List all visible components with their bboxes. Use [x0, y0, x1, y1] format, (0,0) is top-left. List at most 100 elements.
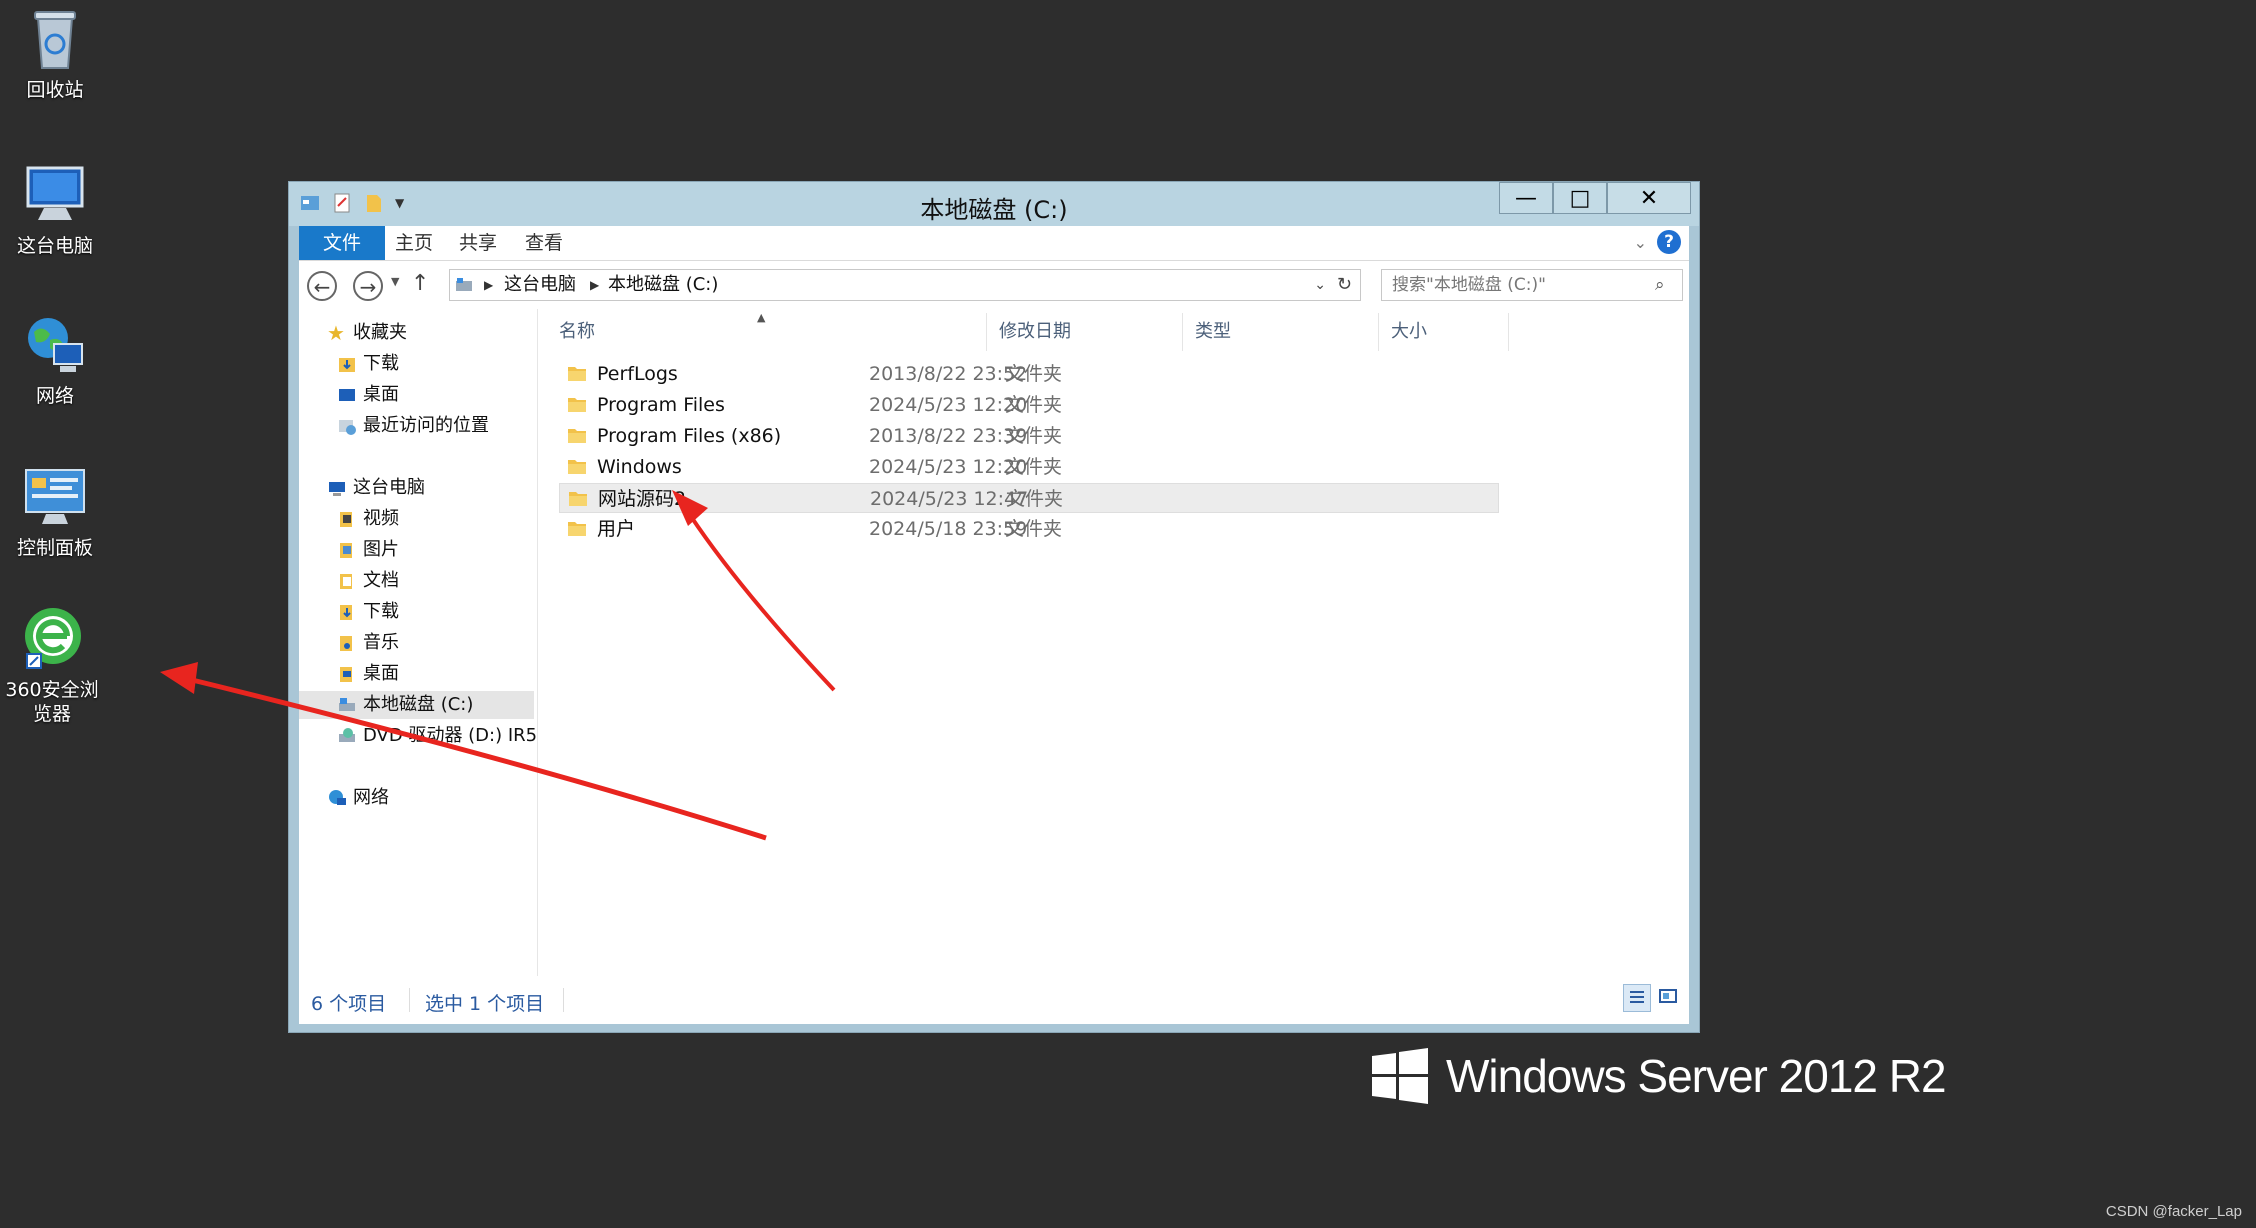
network-icon [20, 310, 90, 380]
refresh-icon[interactable]: ↻ [1337, 270, 1352, 300]
search-input[interactable]: 搜索"本地磁盘 (C:)" [1381, 269, 1683, 301]
music-folder-icon [340, 636, 352, 651]
minimize-button[interactable]: — [1499, 182, 1553, 214]
desktop-icon-label: 360安全浏览器 [5, 679, 99, 725]
folder-icon [568, 460, 586, 474]
file-type: 文件夹 [1006, 488, 1064, 510]
selected-count: 选中 1 个项目 [425, 993, 545, 1015]
details-view-button[interactable] [1623, 984, 1651, 1012]
desktop-folder-icon [339, 389, 355, 401]
window-title: 本地磁盘 (C:) [920, 196, 1068, 224]
file-list: 名称 ▲ 修改日期 类型 大小 PerfLogs 2013/8/22 23:52… [547, 309, 1689, 976]
column-header-date[interactable]: 修改日期 [987, 313, 1183, 351]
watermark: CSDN @facker_Lap [2105, 1203, 2242, 1220]
column-header-type[interactable]: 类型 [1183, 313, 1379, 351]
up-button[interactable]: ↑ [411, 271, 429, 296]
address-bar[interactable]: ▶ 这台电脑 ▶ 本地磁盘 (C:) ⌄ ↻ [449, 269, 1361, 301]
nav-documents[interactable]: 文档 [337, 567, 399, 595]
brand-text: Windows Server 2012 R2 [1446, 1050, 1947, 1102]
desktop-icon-this-pc[interactable]: 这台电脑 [0, 160, 110, 258]
nav-pictures[interactable]: 图片 [337, 536, 399, 564]
drive-icon [339, 698, 355, 711]
file-row[interactable]: Program Files 2024/5/23 12:20 文件夹 [559, 390, 1499, 420]
recent-locations-icon[interactable]: ▼ [391, 275, 399, 288]
status-bar: 6 个项目 选中 1 个项目 [299, 976, 1689, 1024]
nav-music[interactable]: 音乐 [337, 629, 399, 657]
window-controls: — □ ✕ [1499, 182, 1691, 214]
search-icon[interactable]: ⌕ [1655, 275, 1665, 295]
desktop-icon-control-panel[interactable]: 控制面板 [0, 462, 110, 560]
folder-icon [568, 398, 586, 412]
column-header-name[interactable]: 名称 ▲ [547, 311, 987, 351]
downloads-folder-icon [339, 358, 355, 372]
help-button[interactable]: ? [1657, 230, 1681, 254]
recent-places-icon [339, 420, 356, 435]
pictures-folder-icon [340, 543, 352, 558]
network-icon [329, 790, 346, 805]
file-type: 文件夹 [1005, 518, 1063, 540]
tab-home[interactable]: 主页 [381, 226, 447, 260]
desktop-icon-recycle-bin[interactable]: 回收站 [0, 4, 110, 102]
desktop-icon-network[interactable]: 网络 [0, 310, 110, 408]
status-separator [563, 988, 564, 1012]
close-button[interactable]: ✕ [1607, 182, 1691, 214]
title-bar[interactable]: ▼ 本地磁盘 (C:) — □ ✕ [289, 182, 1699, 226]
desktop-folder-icon [340, 667, 352, 682]
address-dropdown-icon[interactable]: ⌄ [1314, 270, 1326, 300]
recycle-bin-icon [20, 4, 90, 74]
folder-icon [568, 522, 586, 536]
file-name: Program Files [597, 394, 725, 416]
folder-icon [568, 429, 586, 443]
forward-button[interactable]: → [353, 271, 383, 301]
file-date: 2024/5/23 12:47 [870, 488, 1029, 510]
nav-this-pc[interactable]: 这台电脑 [327, 474, 425, 502]
file-type: 文件夹 [1005, 363, 1063, 385]
large-icons-view-button[interactable] [1655, 984, 1683, 1012]
ribbon-expand-icon[interactable]: ⌄ [1634, 233, 1647, 252]
file-name: 用户 [597, 518, 636, 540]
downloads-folder-icon [340, 605, 352, 620]
content-area: ★ 收藏夹 下载 桌面 最近访问的位置 这台电脑 视频 图片 文档 下载 音乐 … [299, 309, 1689, 976]
nav-drive-c[interactable]: 本地磁盘 (C:) [299, 691, 534, 719]
nav-network[interactable]: 网络 [327, 784, 389, 812]
breadcrumb-sep-icon: ▶ [484, 278, 494, 292]
file-date: 2013/8/22 23:39 [869, 425, 1028, 447]
nav-fav-recent[interactable]: 最近访问的位置 [337, 412, 489, 440]
nav-downloads[interactable]: 下载 [337, 598, 399, 626]
explorer-window: ▼ 本地磁盘 (C:) — □ ✕ 文件 主页 共享 查看 ⌄ ? ← → ▼ … [288, 181, 1700, 1033]
windows-logo-icon [1372, 1048, 1428, 1104]
desktop-icon-label: 网络 [35, 385, 74, 407]
nav-fav-downloads[interactable]: 下载 [337, 350, 399, 378]
item-count: 6 个项目 [311, 993, 387, 1015]
nav-drive-d[interactable]: DVD 驱动器 (D:) IR5 [337, 722, 537, 750]
nav-desktop[interactable]: 桌面 [337, 660, 399, 688]
tab-file[interactable]: 文件 [299, 226, 386, 260]
navigation-pane: ★ 收藏夹 下载 桌面 最近访问的位置 这台电脑 视频 图片 文档 下载 音乐 … [299, 309, 538, 976]
file-date: 2024/5/23 12:20 [869, 394, 1028, 416]
file-row[interactable]: 用户 2024/5/18 23:59 文件夹 [559, 514, 1499, 544]
back-button[interactable]: ← [307, 271, 337, 301]
file-name: Program Files (x86) [597, 425, 782, 447]
file-row[interactable]: Program Files (x86) 2013/8/22 23:39 文件夹 [559, 421, 1499, 451]
file-name: PerfLogs [597, 363, 678, 385]
maximize-button[interactable]: □ [1553, 182, 1607, 214]
breadcrumb-this-pc[interactable]: 这台电脑 [504, 270, 576, 300]
desktop-icon-360-browser[interactable]: 360安全浏览器 [0, 604, 108, 726]
breadcrumb-sep-icon: ▶ [590, 278, 600, 292]
tab-share[interactable]: 共享 [445, 226, 511, 260]
breadcrumb-drive-c[interactable]: 本地磁盘 (C:) [608, 270, 718, 300]
column-header-size[interactable]: 大小 [1379, 313, 1509, 351]
computer-icon [20, 160, 90, 230]
nav-fav-desktop[interactable]: 桌面 [337, 381, 399, 409]
sort-ascending-icon: ▲ [757, 311, 766, 324]
file-row-selected[interactable]: 网站源码2 2024/5/23 12:47 文件夹 [559, 483, 1499, 513]
tab-view[interactable]: 查看 [511, 226, 577, 260]
desktop-icon-label: 控制面板 [16, 537, 93, 559]
file-row[interactable]: Windows 2024/5/23 12:20 文件夹 [559, 452, 1499, 482]
file-type: 文件夹 [1005, 456, 1063, 478]
file-row[interactable]: PerfLogs 2013/8/22 23:52 文件夹 [559, 359, 1499, 389]
nav-favorites[interactable]: ★ 收藏夹 [327, 319, 407, 347]
nav-videos[interactable]: 视频 [337, 505, 399, 533]
address-row: ← → ▼ ↑ ▶ 这台电脑 ▶ 本地磁盘 (C:) ⌄ ↻ 搜索"本地磁盘 (… [299, 261, 1689, 309]
videos-folder-icon [340, 512, 352, 527]
